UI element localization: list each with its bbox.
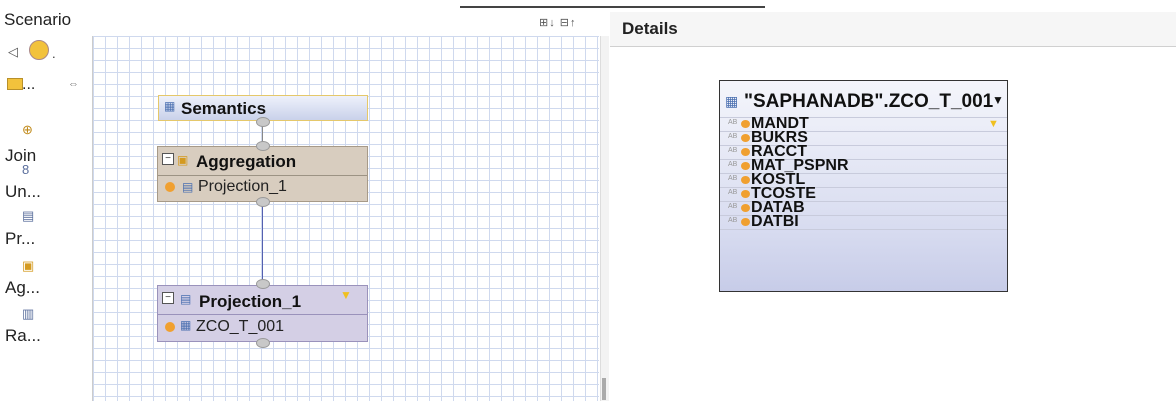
- scroll-arrows-icon[interactable]: ⇔: [68, 78, 79, 90]
- projection-icon: ▤: [180, 292, 192, 306]
- scenario-title: Scenario: [4, 10, 72, 29]
- semantics-title: Semantics: [181, 99, 267, 118]
- color-palette-icon[interactable]: [29, 40, 49, 60]
- projection-top-port[interactable]: [256, 279, 270, 289]
- projection-node[interactable]: − ▤ Projection_1 ▼ ▦ ZCO_T_001: [157, 285, 368, 342]
- projection-title: Projection_1: [199, 292, 302, 311]
- key-icon: [741, 218, 750, 226]
- scenario-canvas[interactable]: [93, 36, 599, 401]
- table-icon: ▦: [725, 93, 739, 109]
- aggregation-top-port[interactable]: [256, 141, 270, 151]
- tool-palette: ◁ . ... ⇔ ⊕ Join 8 Un... ▤ Pr... ▣ Ag...…: [0, 36, 93, 401]
- table-name: "SAPHANADB".ZCO_T_001: [744, 91, 994, 112]
- filter-icon: ▼: [340, 288, 352, 302]
- union-icon: 8: [22, 162, 30, 177]
- dropdown-icon[interactable]: ▼: [992, 93, 1004, 107]
- key-icon: [741, 120, 750, 128]
- aggregation-node[interactable]: − ▣ Aggregation ▤ Projection_1: [157, 146, 368, 202]
- collapse-icon[interactable]: −: [162, 292, 174, 304]
- key-icon: [741, 190, 750, 198]
- key-icon: [741, 162, 750, 170]
- collapse-icon[interactable]: −: [162, 153, 174, 165]
- string-type-icon: AB: [728, 175, 738, 182]
- table-details-box[interactable]: ▦ "SAPHANADB".ZCO_T_001 ▼ AB MANDT ▼ AB …: [719, 80, 1008, 292]
- palette-item-projection[interactable]: Pr...: [5, 229, 35, 249]
- details-header: [610, 12, 1176, 47]
- key-icon: [741, 204, 750, 212]
- connection-line: [262, 201, 263, 285]
- folder-label: ...: [22, 76, 36, 93]
- aggregation-input: Projection_1: [198, 178, 287, 195]
- key-icon: [741, 148, 750, 156]
- top-selection-strip: [460, 0, 765, 8]
- semantics-port[interactable]: [256, 117, 270, 127]
- projection-icon: ▤: [182, 180, 194, 194]
- string-type-icon: AB: [728, 161, 738, 168]
- aggregation-bottom-port[interactable]: [256, 197, 270, 207]
- key-icon: [165, 182, 175, 192]
- filter-icon: ▼: [988, 118, 999, 130]
- key-icon: [165, 322, 175, 332]
- palette-item-aggregation[interactable]: Ag...: [5, 278, 40, 298]
- projection-icon: ▤: [22, 208, 35, 223]
- palette-item-join[interactable]: Join: [5, 146, 36, 166]
- aggregation-icon: ▣: [177, 153, 189, 167]
- aggregation-icon: ▣: [22, 258, 35, 273]
- string-type-icon: AB: [728, 203, 738, 210]
- key-icon: [741, 176, 750, 184]
- palette-item-rank[interactable]: Ra...: [5, 326, 41, 346]
- projection-bottom-port[interactable]: [256, 338, 270, 348]
- folder-icon[interactable]: [7, 78, 23, 90]
- collapse-left-icon[interactable]: ◁: [8, 44, 18, 60]
- scrollbar-thumb[interactable]: [602, 378, 606, 400]
- string-type-icon: AB: [728, 217, 738, 224]
- string-type-icon: AB: [728, 133, 738, 140]
- aggregation-title: Aggregation: [196, 152, 297, 171]
- vertical-scrollbar[interactable]: [600, 36, 609, 401]
- expand-collapse-icons[interactable]: ⊞↓ ⊟↑: [539, 16, 577, 29]
- column-row[interactable]: AB DATBI: [720, 213, 1007, 230]
- string-type-icon: AB: [728, 119, 738, 126]
- table-icon: ▦: [180, 318, 192, 332]
- key-icon: [741, 134, 750, 142]
- rank-icon: ▥: [22, 306, 35, 321]
- details-title: Details: [622, 19, 678, 38]
- semantics-icon: ▦: [164, 99, 176, 113]
- join-icon: ⊕: [22, 122, 33, 137]
- string-type-icon: AB: [728, 189, 738, 196]
- projection-input: ZCO_T_001: [196, 318, 285, 335]
- palette-item-union[interactable]: Un...: [5, 182, 41, 202]
- string-type-icon: AB: [728, 147, 738, 154]
